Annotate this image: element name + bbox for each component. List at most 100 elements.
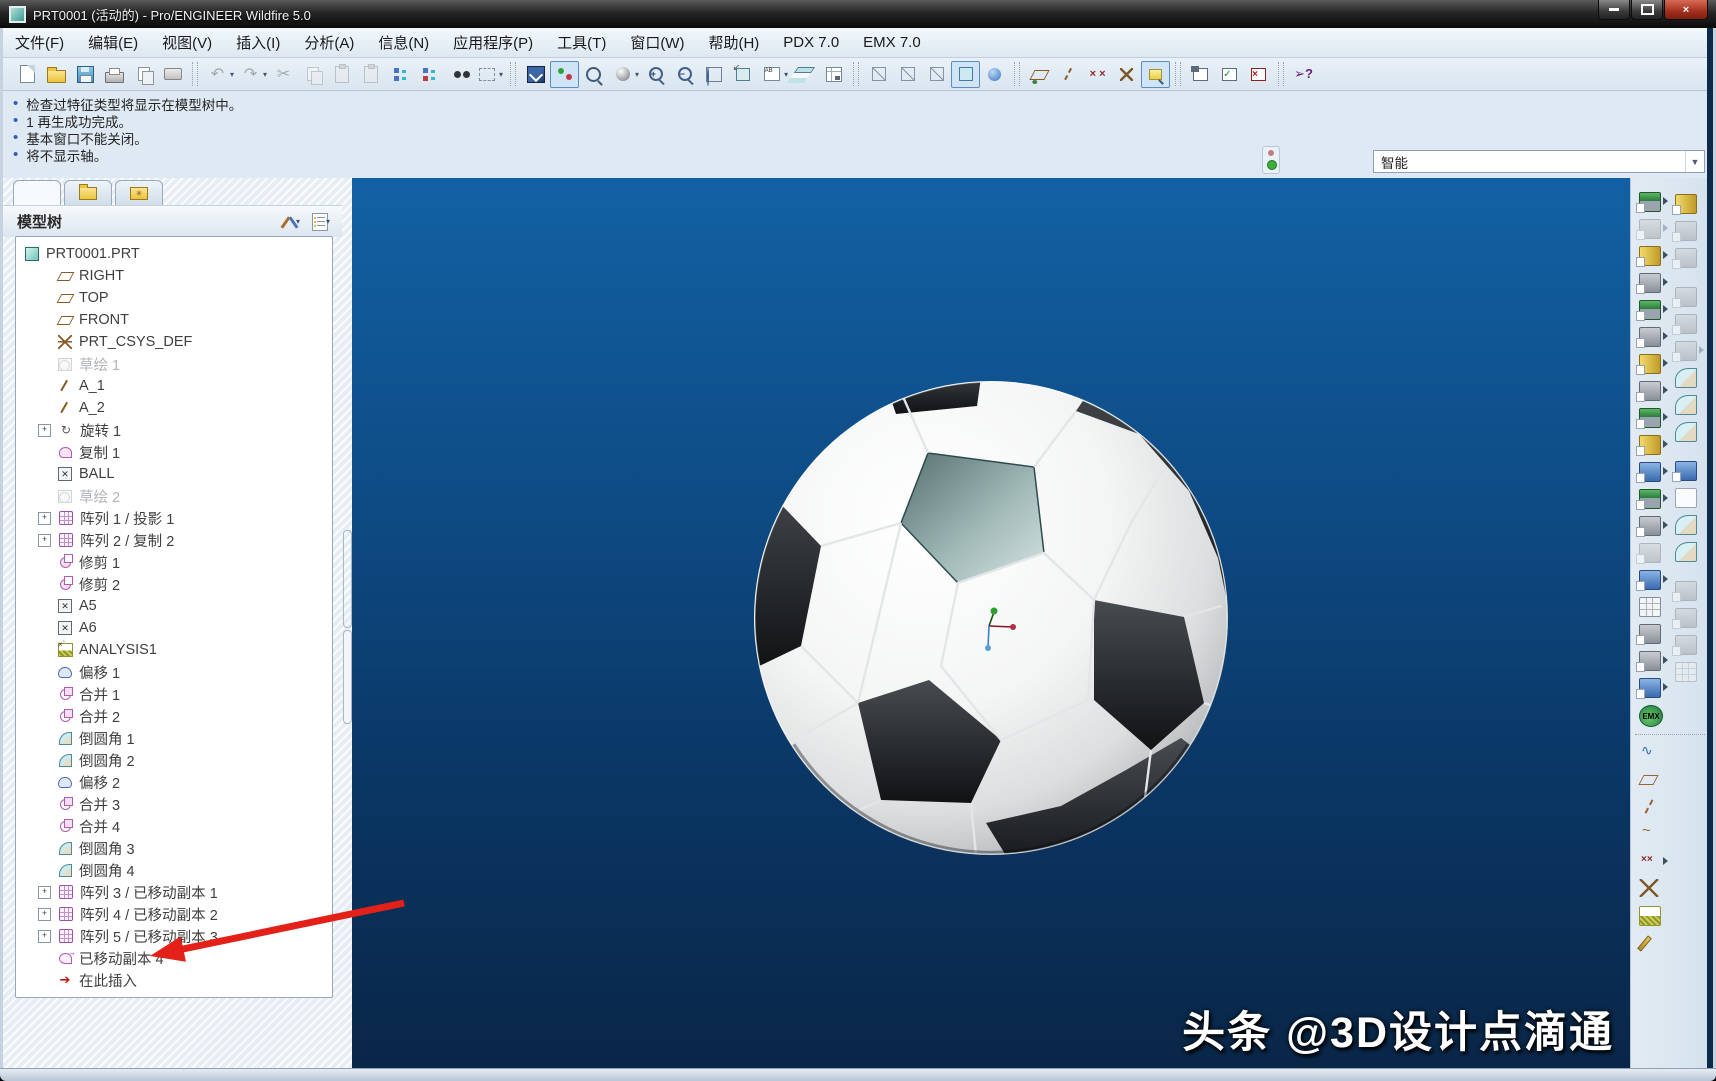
new-window-button[interactable] (1186, 61, 1215, 88)
tree-item-29[interactable]: +阵列 3 / 已移动副本 1 (16, 881, 332, 903)
menu-item-3[interactable]: 插入(I) (236, 32, 280, 53)
layers-button[interactable] (790, 61, 819, 88)
emx-assembly-def-button[interactable] (1639, 219, 1661, 239)
soccer-ball-model[interactable] (352, 178, 1630, 1068)
tree-item-15[interactable]: 修剪 2 (16, 573, 332, 595)
maximize-button[interactable] (1631, 0, 1663, 20)
tree-show-button[interactable]: ▾ (312, 213, 332, 231)
print-button[interactable] (100, 61, 129, 88)
analysis-button[interactable] (1639, 906, 1661, 926)
emx-drawing-button[interactable] (1639, 462, 1661, 482)
tree-item-27[interactable]: 倒圆角 3 (16, 837, 332, 859)
tree-item-32[interactable]: 已移动副本 4 (16, 947, 332, 969)
shaded-button[interactable] (951, 61, 980, 88)
expand-icon[interactable]: + (38, 512, 51, 525)
emx-gate-flyout-icon[interactable] (1663, 521, 1668, 529)
emx-column-flyout-icon[interactable] (1663, 386, 1668, 394)
emx-component-db-button[interactable] (1639, 570, 1661, 590)
datum-csys-button[interactable] (1639, 879, 1659, 897)
tree-item-16[interactable]: A5 (16, 595, 332, 617)
orient-mode-button[interactable] (579, 61, 608, 88)
save-a-copy-button[interactable] (129, 61, 158, 88)
axis-pattern-button[interactable] (1675, 488, 1697, 508)
realistic-button[interactable] (980, 61, 1009, 88)
spin-center-button[interactable] (550, 61, 579, 88)
close-button[interactable]: × (1664, 0, 1708, 20)
refit-button[interactable] (699, 61, 728, 88)
paste-special-button[interactable] (356, 61, 385, 88)
tree-item-12[interactable]: +阵列 1 / 投影 1 (16, 507, 332, 529)
paste-button[interactable] (327, 61, 356, 88)
menu-item-2[interactable]: 视图(V) (162, 32, 212, 53)
emx-component-db-flyout-icon[interactable] (1663, 575, 1668, 583)
emx-dowel-button[interactable] (1639, 273, 1661, 293)
view-manager-button[interactable] (819, 61, 848, 88)
tree-item-26[interactable]: 合并 4 (16, 815, 332, 837)
tree-settings-button[interactable]: ▾ (282, 214, 302, 230)
emx-assembly-def-flyout-icon[interactable] (1663, 224, 1668, 232)
redo-button[interactable] (236, 61, 265, 88)
datum-plane-button[interactable] (1639, 771, 1659, 789)
merge-button[interactable] (1675, 608, 1697, 628)
emx-visibility-button[interactable] (1639, 651, 1661, 671)
emx-column-button[interactable] (1639, 381, 1661, 401)
revolve-button[interactable] (1675, 221, 1697, 241)
cut-button[interactable] (269, 61, 298, 88)
splitter-handle-top[interactable] (343, 530, 352, 628)
view-reorient-button[interactable] (728, 61, 757, 88)
menu-item-4[interactable]: 分析(A) (304, 32, 354, 53)
section-flyout-icon[interactable] (1699, 346, 1704, 354)
tree-item-14[interactable]: 修剪 1 (16, 551, 332, 573)
tree-item-1[interactable]: RIGHT (16, 265, 332, 287)
menu-item-1[interactable]: 编辑(E) (88, 32, 138, 53)
sketch-orient-button[interactable] (521, 61, 550, 88)
emx-clamp-button[interactable] (1639, 489, 1661, 509)
zoom-out-button[interactable]: − (670, 61, 699, 88)
datum-curve-button[interactable] (1639, 825, 1659, 843)
graphics-viewport[interactable]: 头条 @3D设计点滴通 (352, 178, 1630, 1068)
emx-pencil-tool-flyout-icon[interactable] (1663, 359, 1668, 367)
extrude-surface-button[interactable] (1675, 461, 1697, 481)
tree-item-33[interactable]: 在此插入 (16, 969, 332, 991)
extrude-button[interactable] (1675, 194, 1697, 214)
sketched-curve-button[interactable] (1639, 744, 1659, 762)
tree-item-3[interactable]: FRONT (16, 309, 332, 331)
emx-plate-button[interactable] (1639, 300, 1661, 320)
no-hidden-button[interactable] (922, 61, 951, 88)
tree-item-5[interactable]: 草绘 1 (16, 353, 332, 375)
close-window-button[interactable] (1244, 61, 1273, 88)
favorites-tab[interactable] (115, 180, 163, 206)
tree-item-4[interactable]: PRT_CSYS_DEF (16, 331, 332, 353)
regenerate-button[interactable] (385, 61, 414, 88)
emx-pencil-tool-button[interactable] (1639, 354, 1661, 374)
tree-item-23[interactable]: 倒圆角 2 (16, 749, 332, 771)
emx-gate-button[interactable] (1639, 516, 1661, 536)
trim-button[interactable] (1675, 635, 1697, 655)
boundary-blend-button[interactable] (1675, 542, 1697, 562)
section-button[interactable] (1675, 341, 1697, 361)
menu-item-11[interactable]: EMX 7.0 (863, 34, 921, 51)
tree-item-9[interactable]: 复制 1 (16, 441, 332, 463)
tree-item-21[interactable]: 合并 2 (16, 705, 332, 727)
tree-item-17[interactable]: A6 (16, 617, 332, 639)
menu-item-0[interactable]: 文件(F) (15, 32, 64, 53)
expand-icon[interactable]: + (38, 534, 51, 547)
datum-csys-toggle-button[interactable] (1112, 61, 1141, 88)
emx-measure-flyout-icon[interactable] (1663, 683, 1668, 691)
shell-button[interactable] (1675, 314, 1697, 334)
emx-screw-flyout-icon[interactable] (1663, 251, 1668, 259)
emx-moldbase-flyout-icon[interactable] (1663, 197, 1668, 205)
expand-icon[interactable]: + (38, 930, 51, 943)
emx-ejector-button[interactable] (1639, 408, 1661, 428)
menu-item-8[interactable]: 窗口(W) (630, 32, 684, 53)
tree-item-30[interactable]: +阵列 4 / 已移动副本 2 (16, 903, 332, 925)
tree-item-0[interactable]: PRT0001.PRT (16, 243, 332, 265)
sketch-tool-button[interactable] (1639, 933, 1659, 951)
round-button[interactable] (1675, 395, 1697, 415)
model-tree-tab[interactable] (13, 180, 61, 206)
saved-views-button[interactable] (757, 61, 786, 88)
datum-axis-button[interactable] (1639, 798, 1659, 816)
emx-sprue-puller-button[interactable] (1639, 327, 1661, 347)
emx-drawing-flyout-icon[interactable] (1663, 467, 1668, 475)
datum-axes-toggle-button[interactable] (1054, 61, 1083, 88)
